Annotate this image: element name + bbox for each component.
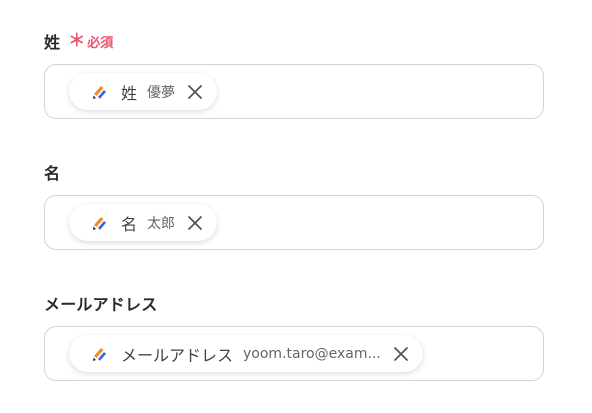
chip-label: メールアドレス [121, 345, 234, 365]
variable-chip-last-name[interactable]: 姓 優夢 [69, 73, 218, 110]
app-logo-icon [91, 214, 109, 232]
app-logo-icon [91, 345, 109, 363]
variable-chip-first-name[interactable]: 名 太郎 [69, 204, 218, 241]
app-logo-icon [91, 83, 109, 101]
chip-value: 太郎 [147, 215, 176, 232]
required-indicator: ＊ 必須 [68, 32, 113, 51]
field-label-email: メールアドレス [44, 295, 158, 314]
field-label-row-email: メールアドレス [44, 293, 158, 314]
chip-value: yoom.taro@exam... [243, 345, 381, 362]
field-label-first-name: 名 [44, 164, 61, 183]
first-name-field[interactable]: 名 太郎 [44, 195, 544, 250]
form: 姓 ＊ 必須 姓 優夢 名 名 太郎 メールアドレス メールアドレス yoom.… [0, 0, 592, 413]
field-label-row-last-name: 姓 ＊ 必須 [44, 31, 113, 52]
email-field[interactable]: メールアドレス yoom.taro@exam... [44, 326, 544, 381]
close-icon[interactable] [185, 213, 205, 233]
required-text: 必須 [87, 35, 114, 51]
field-label-last-name: 姓 [44, 33, 61, 52]
field-label-row-first-name: 名 [44, 162, 61, 183]
required-asterisk: ＊ [68, 30, 86, 51]
chip-label: 名 [121, 214, 138, 234]
chip-label: 姓 [121, 83, 138, 103]
chip-value: 優夢 [147, 84, 176, 101]
close-icon[interactable] [391, 344, 411, 364]
last-name-field[interactable]: 姓 優夢 [44, 64, 544, 119]
close-icon[interactable] [185, 82, 205, 102]
variable-chip-email[interactable]: メールアドレス yoom.taro@exam... [69, 335, 423, 372]
